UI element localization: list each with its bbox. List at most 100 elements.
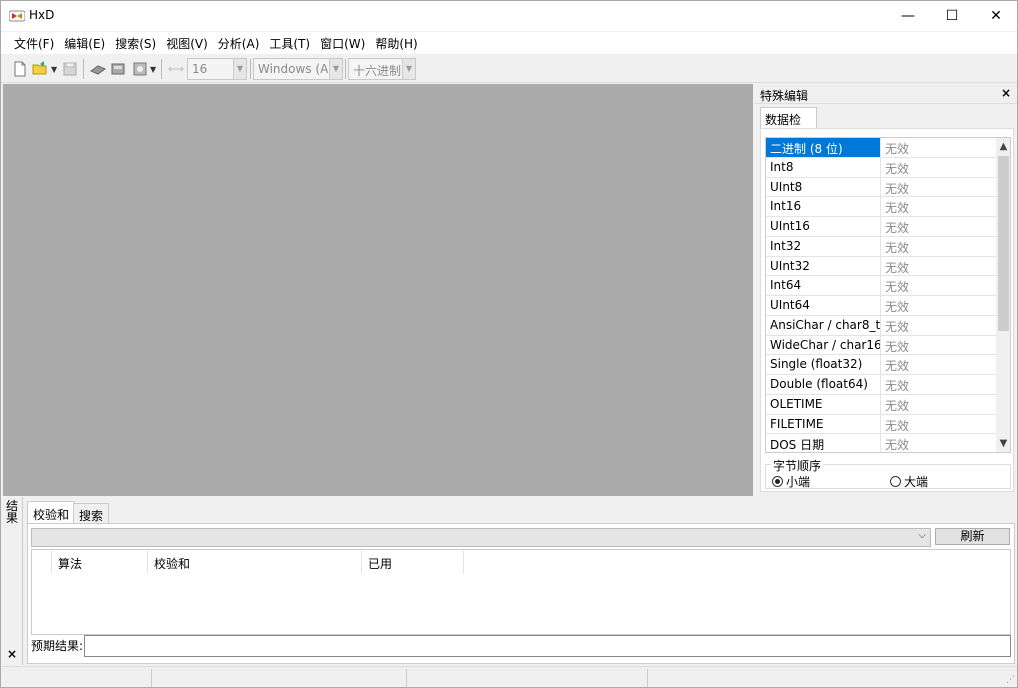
grid-row[interactable]: Int64 无效 [766,276,996,296]
resize-grip-icon[interactable]: ⋰ [1006,675,1015,685]
data-inspector-content: 二进制 (8 位) 无效 Int8 无效 UInt8 无效 Int16 无效 U… [760,128,1014,492]
minimize-button[interactable]: — [885,1,931,31]
grid-row[interactable]: Single (float32) 无效 [766,355,996,375]
grid-row-value[interactable]: 无效 [881,237,996,256]
open-disk-icon[interactable] [89,60,107,78]
byte-order-legend: 字节顺序 [771,457,824,474]
little-endian-radio[interactable]: 小端 [772,473,810,490]
charset-select[interactable]: Windows (AN ▼ [253,58,343,80]
byte-order-group: 字节顺序 小端 大端 [765,457,1011,490]
save-icon[interactable] [61,60,79,78]
scroll-up-icon[interactable]: ▲ [996,138,1010,155]
window-title: HxD [29,8,55,22]
grid-row-value[interactable]: 无效 [881,355,996,374]
grid-row-value[interactable]: 无效 [881,178,996,197]
grid-row-name: DOS 日期 [766,434,881,452]
results-close-icon[interactable]: × [7,647,17,661]
grid-row-name: Single (float32) [766,355,881,374]
menu-window[interactable]: 窗口(W) [315,32,370,54]
data-inspector-grid: 二进制 (8 位) 无效 Int8 无效 UInt8 无效 Int16 无效 U… [765,137,1011,453]
offset-base-select[interactable]: 十六进制 ▼ [348,58,416,80]
open-file-icon[interactable] [31,60,49,78]
grid-row[interactable]: UInt8 无效 [766,177,996,198]
column-header-algorithm[interactable]: 算法 [52,550,148,574]
radio-checked-icon [772,476,783,487]
menu-view[interactable]: 视图(V) [161,32,213,54]
grid-row-name: Int32 [766,236,881,256]
expected-result-input[interactable] [84,635,1011,657]
open-ram-icon[interactable] [109,60,127,78]
grid-scrollbar[interactable]: ▲ ▼ [996,138,1010,452]
grid-row-value[interactable]: 无效 [881,138,996,157]
grid-row-value[interactable]: 无效 [881,375,996,394]
grid-row[interactable]: OLETIME 无效 [766,394,996,415]
grid-row-value[interactable]: 无效 [881,276,996,295]
editor-area[interactable] [3,84,753,496]
algorithm-select[interactable]: ⌵ [31,528,931,547]
new-file-icon[interactable] [11,60,29,78]
maximize-button[interactable]: ☐ [929,1,975,31]
big-endian-radio[interactable]: 大端 [890,473,928,490]
grid-row[interactable]: UInt64 无效 [766,296,996,316]
grid-row-value[interactable]: 无效 [881,217,996,236]
radio-unchecked-icon [890,476,901,487]
grid-row-value[interactable]: 无效 [881,395,996,414]
grid-row-value[interactable]: 无效 [881,316,996,335]
grid-row[interactable]: DOS 日期 无效 [766,434,996,452]
checksum-list[interactable]: 算法 校验和 已用 [31,549,1011,635]
hxd-window: HxD — ☐ ✕ 文件(F) 编辑(E) 搜索(S) 视图(V) 分析(A) … [0,0,1018,688]
column-header-blank [32,550,52,574]
open-dropdown-arrow-icon[interactable]: ▼ [51,65,57,74]
chevron-down-icon: ⌵ [918,530,926,541]
column-header-elapsed[interactable]: 已用 [362,550,464,574]
grid-row-value[interactable]: 无效 [881,257,996,276]
status-bar: ⋰ [1,666,1017,687]
grid-row-value[interactable]: 无效 [881,158,996,177]
tools-dropdown-arrow-icon[interactable]: ▼ [150,65,156,74]
grid-row[interactable]: Int32 无效 [766,236,996,257]
grid-row[interactable]: Int16 无效 [766,197,996,217]
close-window-button[interactable]: ✕ [973,1,1018,31]
grid-row-value[interactable]: 无效 [881,415,996,434]
special-edit-close-icon[interactable]: × [1001,86,1011,100]
tab-search[interactable]: 搜索 [73,503,110,523]
grid-row-name: Int16 [766,197,881,216]
grid-row[interactable]: AnsiChar / char8_t 无效 [766,315,996,336]
scrollbar-thumb[interactable] [998,156,1009,331]
toolbar-separator [250,59,251,79]
grid-row-name: Double (float64) [766,375,881,394]
chevron-down-icon: ▼ [329,59,342,79]
menu-help[interactable]: 帮助(H) [370,32,422,54]
scroll-down-icon[interactable]: ▼ [996,435,1010,452]
toolbar-separator [161,59,162,79]
grid-row-value[interactable]: 无效 [881,296,996,315]
bytes-per-row-select[interactable]: 16 ▼ [187,58,247,80]
grid-row-name: UInt64 [766,296,881,315]
grid-row[interactable]: WideChar / char16_t 无效 [766,335,996,356]
menu-search[interactable]: 搜索(S) [110,32,161,54]
menu-edit[interactable]: 编辑(E) [59,32,110,54]
grid-row-value[interactable]: 无效 [881,336,996,355]
grid-row[interactable]: Int8 无效 [766,157,996,178]
grid-row[interactable]: UInt16 无效 [766,217,996,237]
grid-row[interactable]: UInt32 无效 [766,256,996,277]
menu-file[interactable]: 文件(F) [9,32,59,54]
big-endian-label: 大端 [904,475,929,489]
status-separator [647,669,648,687]
grid-row-value[interactable]: 无效 [881,197,996,216]
results-panel: 结果 × 校验和 搜索 ⌵ 刷新 算法 校验和 已用 预期结果: [1,497,1017,665]
grid-row-name: UInt8 [766,177,881,197]
refresh-button[interactable]: 刷新 [935,528,1010,545]
menu-tools[interactable]: 工具(T) [264,32,315,54]
menu-analysis[interactable]: 分析(A) [213,32,265,54]
tab-data-inspector[interactable]: 数据检查 [760,107,817,144]
tab-checksum[interactable]: 校验和 [27,501,76,523]
status-separator [151,669,152,687]
tools-icon[interactable] [131,60,149,78]
grid-row[interactable]: FILETIME 无效 [766,414,996,435]
grid-row[interactable]: Double (float64) 无效 [766,375,996,395]
grid-row[interactable]: 二进制 (8 位) 无效 [766,138,996,158]
grid-row-value[interactable]: 无效 [881,434,996,452]
grid-row-name: 二进制 (8 位) [766,138,881,157]
column-header-checksum[interactable]: 校验和 [148,550,362,574]
